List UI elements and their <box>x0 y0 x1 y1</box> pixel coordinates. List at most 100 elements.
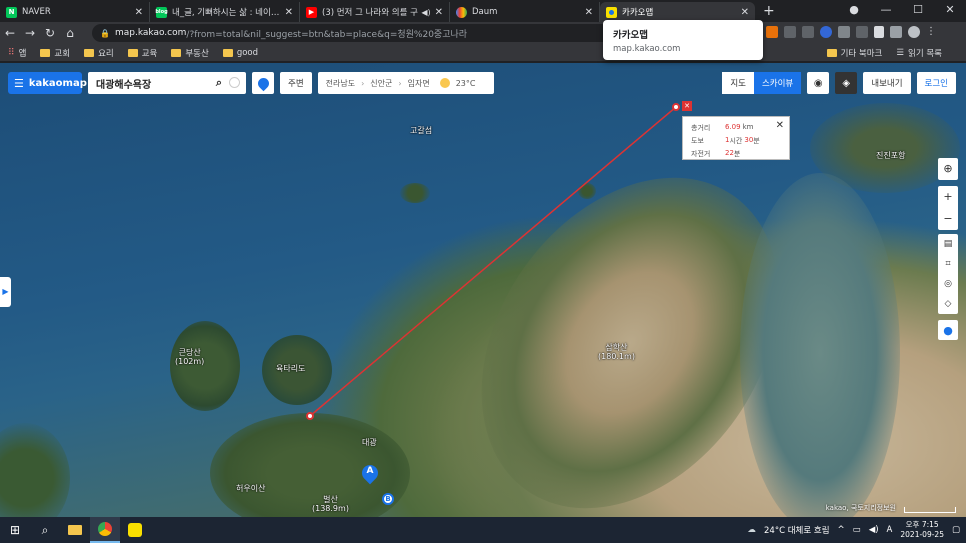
tab-daum[interactable]: Daum ✕ <box>450 2 600 22</box>
zoom-out-icon[interactable]: − <box>943 208 952 230</box>
total-distance-value: 6.09 <box>725 123 741 131</box>
weather-text[interactable]: 24°C 대체로 흐림 <box>764 524 830 536</box>
other-bookmarks[interactable]: 기타 북마크 <box>826 47 882 59</box>
search-icon[interactable]: ⌕ <box>30 517 60 543</box>
place-label[interactable]: 벌산 (138.9m) <box>312 495 349 513</box>
location-pin-icon: ● <box>943 324 953 337</box>
tab-close-icon[interactable]: ✕ <box>435 7 443 18</box>
bookmark-folder[interactable]: 교육 <box>127 47 157 59</box>
back-icon[interactable]: ← <box>0 26 20 40</box>
ruler-icon[interactable]: ▤ <box>944 235 953 253</box>
extension-icon[interactable] <box>820 26 832 38</box>
new-tab-button[interactable]: + <box>763 2 775 22</box>
tab-youtube[interactable]: ▶ (3) 먼저 그 나라와 의를 구 ◀) ✕ <box>300 2 450 22</box>
login-button[interactable]: 로그인 <box>916 72 956 94</box>
compass-icon[interactable]: ◎ <box>944 275 952 293</box>
media-control-icon[interactable] <box>890 26 902 38</box>
tab-close-icon[interactable]: ✕ <box>285 7 293 18</box>
volume-icon[interactable]: ◀) <box>869 525 879 535</box>
chevron-up-icon[interactable]: ^ <box>838 525 845 535</box>
place-label[interactable]: 큰당산 (102m) <box>175 348 204 366</box>
window-controls: ● — ☐ ✕ <box>838 0 966 20</box>
reset-icon[interactable] <box>229 77 240 88</box>
zoom-in-icon[interactable]: + <box>943 186 952 208</box>
close-window-icon[interactable]: ✕ <box>934 0 966 20</box>
map-view-button[interactable]: 지도 <box>722 72 754 94</box>
marker-b-pin-icon[interactable]: B <box>382 493 394 505</box>
breadcrumb-item[interactable]: 임자면 <box>408 78 430 89</box>
breadcrumb-item[interactable]: 신안군 <box>370 78 392 89</box>
reload-icon[interactable]: ↻ <box>40 26 60 40</box>
close-icon[interactable]: ✕ <box>776 120 784 131</box>
eraser-icon[interactable]: ◇ <box>945 295 952 313</box>
profile-icon[interactable]: ● <box>838 0 870 20</box>
extension-icon[interactable] <box>766 26 778 38</box>
tab-naver[interactable]: N NAVER ✕ <box>0 2 150 22</box>
breadcrumb-item[interactable]: 전라남도 <box>326 78 355 89</box>
extension-icon[interactable] <box>784 26 796 38</box>
kakaotalk-icon[interactable] <box>120 517 150 543</box>
row-label: 도보 <box>691 137 704 145</box>
reading-list-icon: ☰ <box>896 48 905 58</box>
place-label[interactable]: 허우이산 <box>236 483 265 494</box>
search-input[interactable]: 대광해수욕장 ⌕ <box>88 72 246 94</box>
export-button[interactable]: 내보내기 <box>863 72 911 94</box>
tab-close-icon[interactable]: ✕ <box>135 7 143 18</box>
hamburger-icon: ☰ <box>14 76 24 90</box>
chevron-right-icon: › <box>361 78 365 88</box>
measure-start-point[interactable] <box>306 412 314 420</box>
bookmark-label: good <box>236 47 259 58</box>
browser-tab-strip: N NAVER ✕ blog 내_글, 기뻐하시는 삶 : 네이버 블 ✕ ▶ … <box>0 0 966 22</box>
place-label[interactable]: 고갈섬 <box>410 125 432 136</box>
kakaomap-menu-button[interactable]: ☰ kakaomap <box>8 72 87 94</box>
distance-measure-line <box>309 106 677 417</box>
measure-delete-icon[interactable]: ✕ <box>682 101 692 111</box>
place-label[interactable]: 진진포항 <box>876 150 905 161</box>
maximize-icon[interactable]: ☐ <box>902 0 934 20</box>
measure-end-point[interactable] <box>672 103 680 111</box>
tab-close-icon[interactable]: ✕ <box>741 7 749 18</box>
avatar[interactable] <box>908 26 920 38</box>
ime-icon[interactable]: A <box>887 525 893 535</box>
place-label[interactable]: 삼학산 (180.1m) <box>598 343 635 361</box>
bookmark-apps[interactable]: ⠿ 앱 <box>8 47 26 59</box>
roadview-button[interactable]: ◉ <box>807 72 830 94</box>
search-icon[interactable]: ⌕ <box>216 76 222 90</box>
unit: 분 <box>753 137 760 145</box>
clock[interactable]: 오후 7:15 2021-09-25 <box>900 520 944 540</box>
puzzle-icon[interactable] <box>874 26 884 38</box>
network-icon[interactable]: ▭ <box>853 525 861 535</box>
extension-icon[interactable] <box>838 26 850 38</box>
bookmark-folder[interactable]: 요리 <box>84 47 114 59</box>
map-copyright: kakao, 국토지리정보원 <box>825 504 896 512</box>
bookmark-folder[interactable]: 부동산 <box>171 47 209 59</box>
extension-icon[interactable] <box>856 26 868 38</box>
share-location-button[interactable]: ● <box>938 320 958 340</box>
minimize-icon[interactable]: — <box>870 0 902 20</box>
location-pin-button[interactable] <box>252 72 274 94</box>
place-label[interactable]: 대광 <box>362 437 377 448</box>
nearby-button[interactable]: 주변 <box>280 72 312 94</box>
skyview-button[interactable]: 스카이뷰 <box>753 72 802 94</box>
satellite-map[interactable]: ✕ 고갈섬 큰당산 (102m) 육타리도 삼학산 (180.1m) 대광 벌산… <box>0 63 966 517</box>
bookmark-folder[interactable]: 교회 <box>40 47 70 59</box>
menu-icon[interactable]: ⋮ <box>926 26 938 38</box>
place-label[interactable]: 육타리도 <box>276 363 305 374</box>
apps-grid-icon: ⠿ <box>8 47 15 58</box>
area-icon[interactable]: ⌗ <box>945 255 950 273</box>
expand-panel-button[interactable]: ▶ <box>0 277 11 307</box>
current-location-button[interactable]: ⊕ <box>938 158 958 180</box>
tab-close-icon[interactable]: ✕ <box>585 7 593 18</box>
notification-icon[interactable]: ▢ <box>952 525 960 535</box>
chrome-icon[interactable] <box>90 517 120 543</box>
tab-naver-blog[interactable]: blog 내_글, 기뻐하시는 삶 : 네이버 블 ✕ <box>150 2 300 22</box>
layers-button[interactable]: ◈ <box>835 72 858 94</box>
reading-list[interactable]: ☰ 읽기 목록 <box>896 47 942 59</box>
extension-icon[interactable] <box>802 26 814 38</box>
bookmark-folder[interactable]: good <box>222 47 259 58</box>
windows-start-icon[interactable]: ⊞ <box>0 517 30 543</box>
forward-icon[interactable]: → <box>20 26 40 40</box>
home-icon[interactable]: ⌂ <box>60 26 80 40</box>
file-explorer-icon[interactable] <box>60 517 90 543</box>
tab-kakaomap[interactable]: 카카오맵 ✕ <box>600 2 755 22</box>
